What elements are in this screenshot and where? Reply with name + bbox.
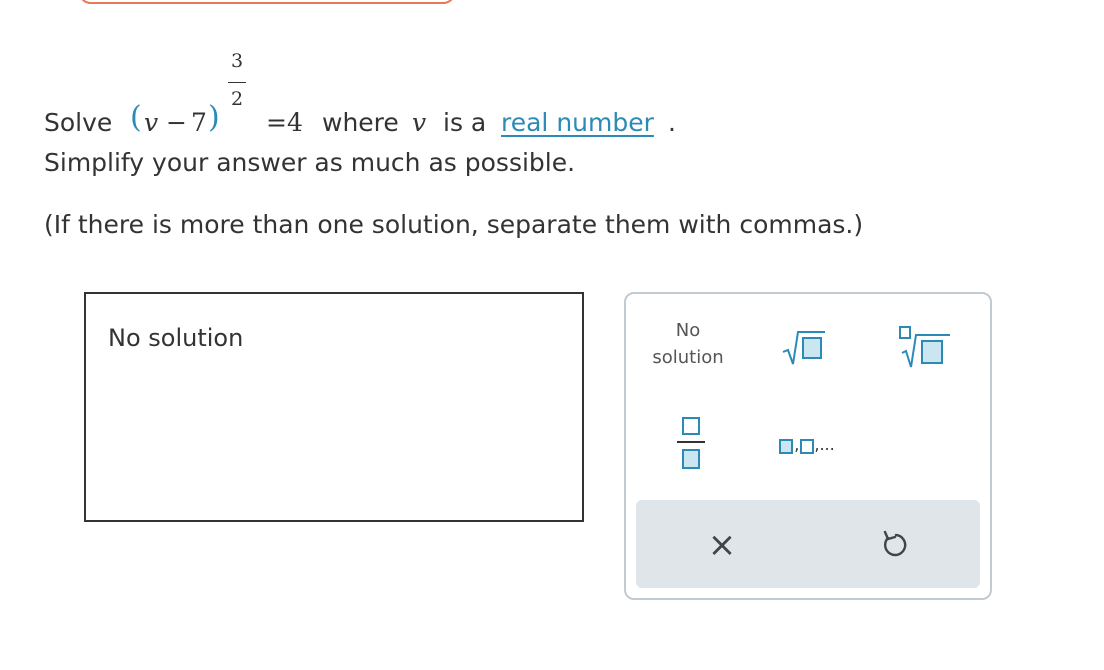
list-dots: ,... (814, 434, 835, 454)
commas-instruction: (If there is more than one solution, sep… (44, 210, 864, 239)
answer-input[interactable]: No solution (84, 292, 584, 522)
list-button[interactable]: , ,... (762, 424, 852, 464)
list-comma: , (794, 434, 800, 454)
is-a-label: is a (443, 108, 487, 137)
nth-root-button[interactable] (892, 322, 956, 370)
math-keypad: No solution , ,... × (624, 292, 992, 600)
equation-line: Solve ( v − 7 ) 3 2 =4 where v is a real… (44, 50, 1044, 150)
seven: 7 (191, 108, 207, 137)
variable-v: v (144, 108, 159, 137)
fraction-button[interactable] (666, 412, 716, 472)
undo-button[interactable] (868, 520, 924, 570)
answer-value: No solution (108, 324, 244, 352)
fraction-icon (677, 417, 705, 469)
undo-icon (883, 530, 907, 557)
list-icon: , ,... (779, 434, 835, 454)
real-number-link[interactable]: real number (501, 108, 654, 137)
minus-sign: − (166, 108, 187, 137)
nth-root-icon (899, 326, 950, 368)
fraction-bar (228, 82, 246, 83)
top-banner-pill (78, 0, 456, 4)
keypad-action-bar: × (636, 500, 980, 588)
square-root-icon (782, 331, 825, 365)
clear-icon: × (707, 525, 737, 565)
no-solution-button[interactable]: No solution (640, 316, 736, 372)
list-box-2 (800, 438, 815, 454)
period: . (668, 108, 676, 137)
variable-v-2: v (412, 108, 427, 137)
simplify-instruction: Simplify your answer as much as possible… (44, 148, 576, 177)
where-label: where (322, 108, 399, 137)
clear-button[interactable]: × (694, 520, 750, 570)
right-paren: ) (208, 100, 220, 135)
left-paren: ( (130, 100, 142, 135)
square-root-button[interactable] (776, 324, 832, 368)
equals-four: =4 (266, 108, 303, 137)
no-solution-label-line1: No (675, 320, 701, 341)
exponent-denominator: 2 (230, 88, 244, 110)
no-solution-label-line2: solution (652, 347, 724, 368)
solve-label: Solve (44, 108, 113, 137)
list-box-1 (779, 438, 794, 454)
exponent-numerator: 3 (230, 50, 244, 72)
